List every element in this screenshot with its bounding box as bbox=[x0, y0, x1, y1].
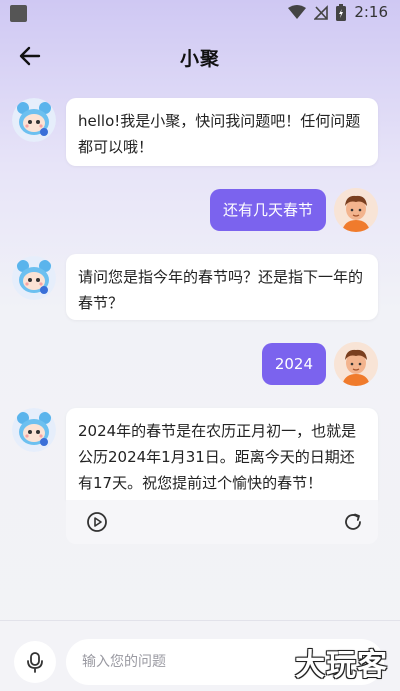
watermark-logo: 大玩客 bbox=[295, 648, 388, 683]
regenerate-button[interactable] bbox=[342, 511, 364, 533]
bot-avatar bbox=[12, 256, 56, 300]
status-bar: 2:16 bbox=[0, 0, 400, 26]
header: 小聚 bbox=[0, 30, 400, 82]
bot-message: 请问您是指今年的春节吗？还是指下一年的春节？ bbox=[66, 254, 378, 320]
message-actions bbox=[66, 500, 378, 544]
battery-icon bbox=[336, 3, 347, 21]
status-time: 2:16 bbox=[354, 3, 388, 21]
refresh-icon bbox=[345, 513, 361, 530]
bot-avatar bbox=[12, 408, 56, 452]
play-button[interactable] bbox=[86, 511, 108, 533]
user-avatar bbox=[334, 342, 378, 386]
user-message: 2024 bbox=[261, 343, 326, 385]
voice-button[interactable] bbox=[14, 641, 56, 683]
bot-message: hello!我是小聚，快问我问题吧！任何问题都可以哦！ bbox=[66, 98, 378, 166]
bot-avatar bbox=[12, 98, 56, 142]
bot-message: 2024年的春节是在农历正月初一，也就是公历2024年1月31日。距离今天的日期… bbox=[66, 408, 378, 500]
user-message: 还有几天春节 bbox=[209, 189, 326, 231]
no-signal-icon bbox=[314, 4, 329, 20]
status-icons: 2:16 bbox=[288, 3, 388, 21]
user-avatar bbox=[334, 188, 378, 232]
play-icon bbox=[87, 512, 107, 532]
page-title: 小聚 bbox=[179, 48, 220, 70]
notification-icon bbox=[10, 5, 27, 22]
microphone-icon bbox=[27, 652, 43, 673]
wifi-icon bbox=[288, 4, 307, 19]
